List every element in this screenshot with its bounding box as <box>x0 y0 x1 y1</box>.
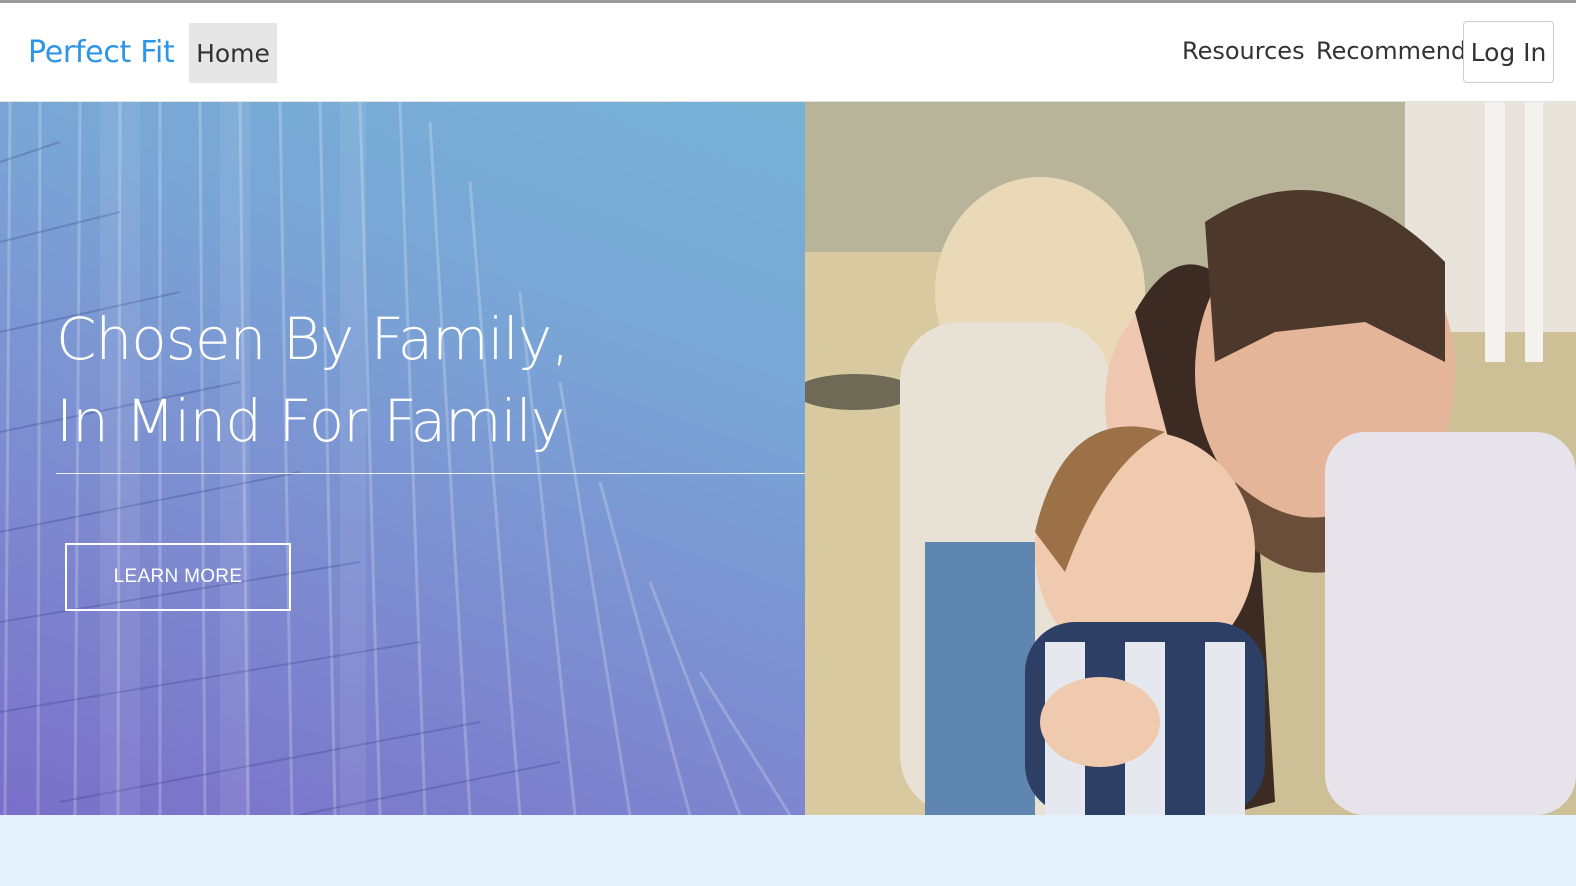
family-photo <box>805 102 1576 815</box>
hero-headline: Chosen By Family, In Mind For Family <box>56 298 570 462</box>
nav-recommend[interactable]: Recommend <box>1316 37 1466 65</box>
light-blue-section <box>0 815 1576 886</box>
learn-more-button[interactable]: LEARN MORE <box>65 543 291 611</box>
nav-resources[interactable]: Resources <box>1182 37 1305 65</box>
brand-logo-link[interactable]: Perfect Fit <box>28 35 175 70</box>
family-photo-image <box>805 102 1576 815</box>
hero-banner: Chosen By Family, In Mind For Family LEA… <box>0 102 805 815</box>
navbar: Perfect Fit Home Resources Recommend Log… <box>0 3 1576 102</box>
login-button[interactable]: Log In <box>1463 21 1554 83</box>
headline-line-1: Chosen By Family, <box>56 305 570 373</box>
headline-line-2: In Mind For Family <box>56 387 565 455</box>
hero-divider <box>56 473 805 474</box>
nav-home[interactable]: Home <box>189 23 277 83</box>
